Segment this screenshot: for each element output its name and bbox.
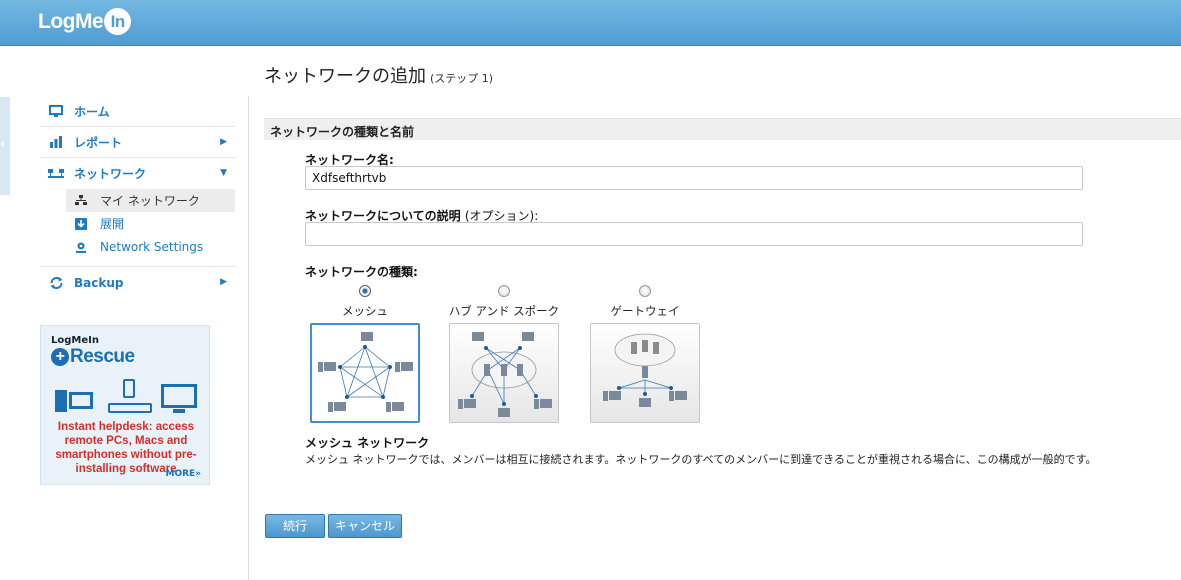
cancel-button[interactable]: キャンセル: [328, 514, 402, 538]
sidebar-item-home[interactable]: ホーム: [40, 96, 235, 127]
gear-icon: [74, 241, 88, 253]
ad-brand: LogMeIn: [51, 335, 99, 346]
sidebar-item-network[interactable]: ネットワーク ▼: [40, 158, 235, 189]
network-type-hub-and-spoke[interactable]: ハブ アンド スポーク: [448, 285, 560, 423]
section-header: ネットワークの種類と名前: [264, 118, 1181, 140]
mesh-label: メッシュ: [342, 304, 388, 318]
network-name-input[interactable]: [305, 166, 1083, 190]
sync-icon: [48, 276, 64, 290]
monitor-icon: [48, 104, 64, 118]
selected-type-title: メッシュ ネットワーク: [305, 436, 430, 450]
sidebar-collapse-tab[interactable]: ‹: [0, 97, 10, 195]
rescue-ad-banner[interactable]: LogMeIn + Rescue Instant helpdesk: access…: [40, 325, 210, 485]
optional-hint: (オプション):: [464, 209, 539, 223]
chevron-left-icon: ‹: [0, 137, 6, 152]
logo-in-badge: In: [104, 8, 132, 35]
sidebar-item-label: マイ ネットワーク: [100, 194, 200, 208]
sidebar-item-label: 展開: [100, 217, 125, 231]
sidebar-item-label: レポート: [74, 135, 123, 150]
sidebar-item-network-settings[interactable]: Network Settings: [40, 235, 235, 258]
hub-and-spoke-diagram[interactable]: [449, 323, 559, 423]
gateway-label: ゲートウェイ: [610, 304, 680, 318]
mesh-radio[interactable]: [359, 285, 371, 297]
sidebar-item-label: ホーム: [74, 104, 110, 119]
gateway-topology-icon: [603, 333, 687, 407]
network-description-input[interactable]: [305, 222, 1083, 246]
sidebar-item-reports[interactable]: レポート ▶: [40, 127, 235, 158]
ad-tagline: Instant helpdesk: access remote PCs, Mac…: [55, 421, 197, 475]
download-icon: [74, 217, 88, 230]
ad-more-link[interactable]: MORE»: [166, 469, 202, 479]
mesh-diagram[interactable]: [310, 323, 420, 423]
hub-spoke-topology-icon: [458, 332, 552, 417]
network-submenu: マイ ネットワーク 展開 Network Settings: [40, 189, 235, 267]
sidebar-item-label: ネットワーク: [74, 167, 147, 181]
devices-illustration: [55, 379, 197, 413]
hub-and-spoke-radio[interactable]: [498, 285, 510, 297]
mesh-topology-icon: [318, 332, 413, 412]
ad-product: + Rescue: [51, 346, 135, 368]
page-title: ネットワークの追加 (ステップ 1): [264, 66, 494, 87]
sidebar-divider: [248, 96, 249, 580]
chevron-right-icon: ▶: [220, 277, 227, 287]
sidebar-item-my-network[interactable]: マイ ネットワーク: [66, 189, 235, 212]
network-type-mesh[interactable]: メッシュ: [309, 285, 421, 423]
chevron-down-icon: ▼: [220, 168, 227, 178]
sidebar-item-label: Backup: [74, 275, 124, 290]
sidebar-item-backup[interactable]: Backup ▶: [40, 267, 235, 298]
continue-button[interactable]: 続行: [265, 514, 325, 538]
plus-icon: +: [51, 348, 69, 366]
logmein-logo[interactable]: LogMe In: [38, 8, 132, 35]
network-type-gateway[interactable]: ゲートウェイ: [589, 285, 701, 423]
gateway-diagram[interactable]: [590, 323, 700, 423]
sidebar-nav: ホーム レポート ▶ ネットワーク ▼ マイ ネットワーク 展開 Network…: [40, 96, 235, 298]
network-icon: [48, 167, 64, 181]
sidebar-item-deploy[interactable]: 展開: [40, 212, 235, 235]
hub-and-spoke-label: ハブ アンド スポーク: [448, 304, 560, 318]
sidebar-item-label: Network Settings: [100, 239, 204, 254]
selected-type-description: メッシュ ネットワークでは、メンバーは相互に接続されます。ネットワークのすべての…: [305, 453, 1097, 466]
network-type-label: ネットワークの種類:: [305, 265, 418, 279]
top-bar: LogMe In: [0, 0, 1181, 46]
bar-chart-icon: [48, 135, 64, 149]
chevron-right-icon: ▶: [220, 137, 227, 147]
logo-text: LogMe: [38, 10, 104, 33]
hierarchy-icon: [74, 195, 88, 207]
gateway-radio[interactable]: [639, 285, 651, 297]
step-indicator: (ステップ 1): [430, 72, 494, 85]
